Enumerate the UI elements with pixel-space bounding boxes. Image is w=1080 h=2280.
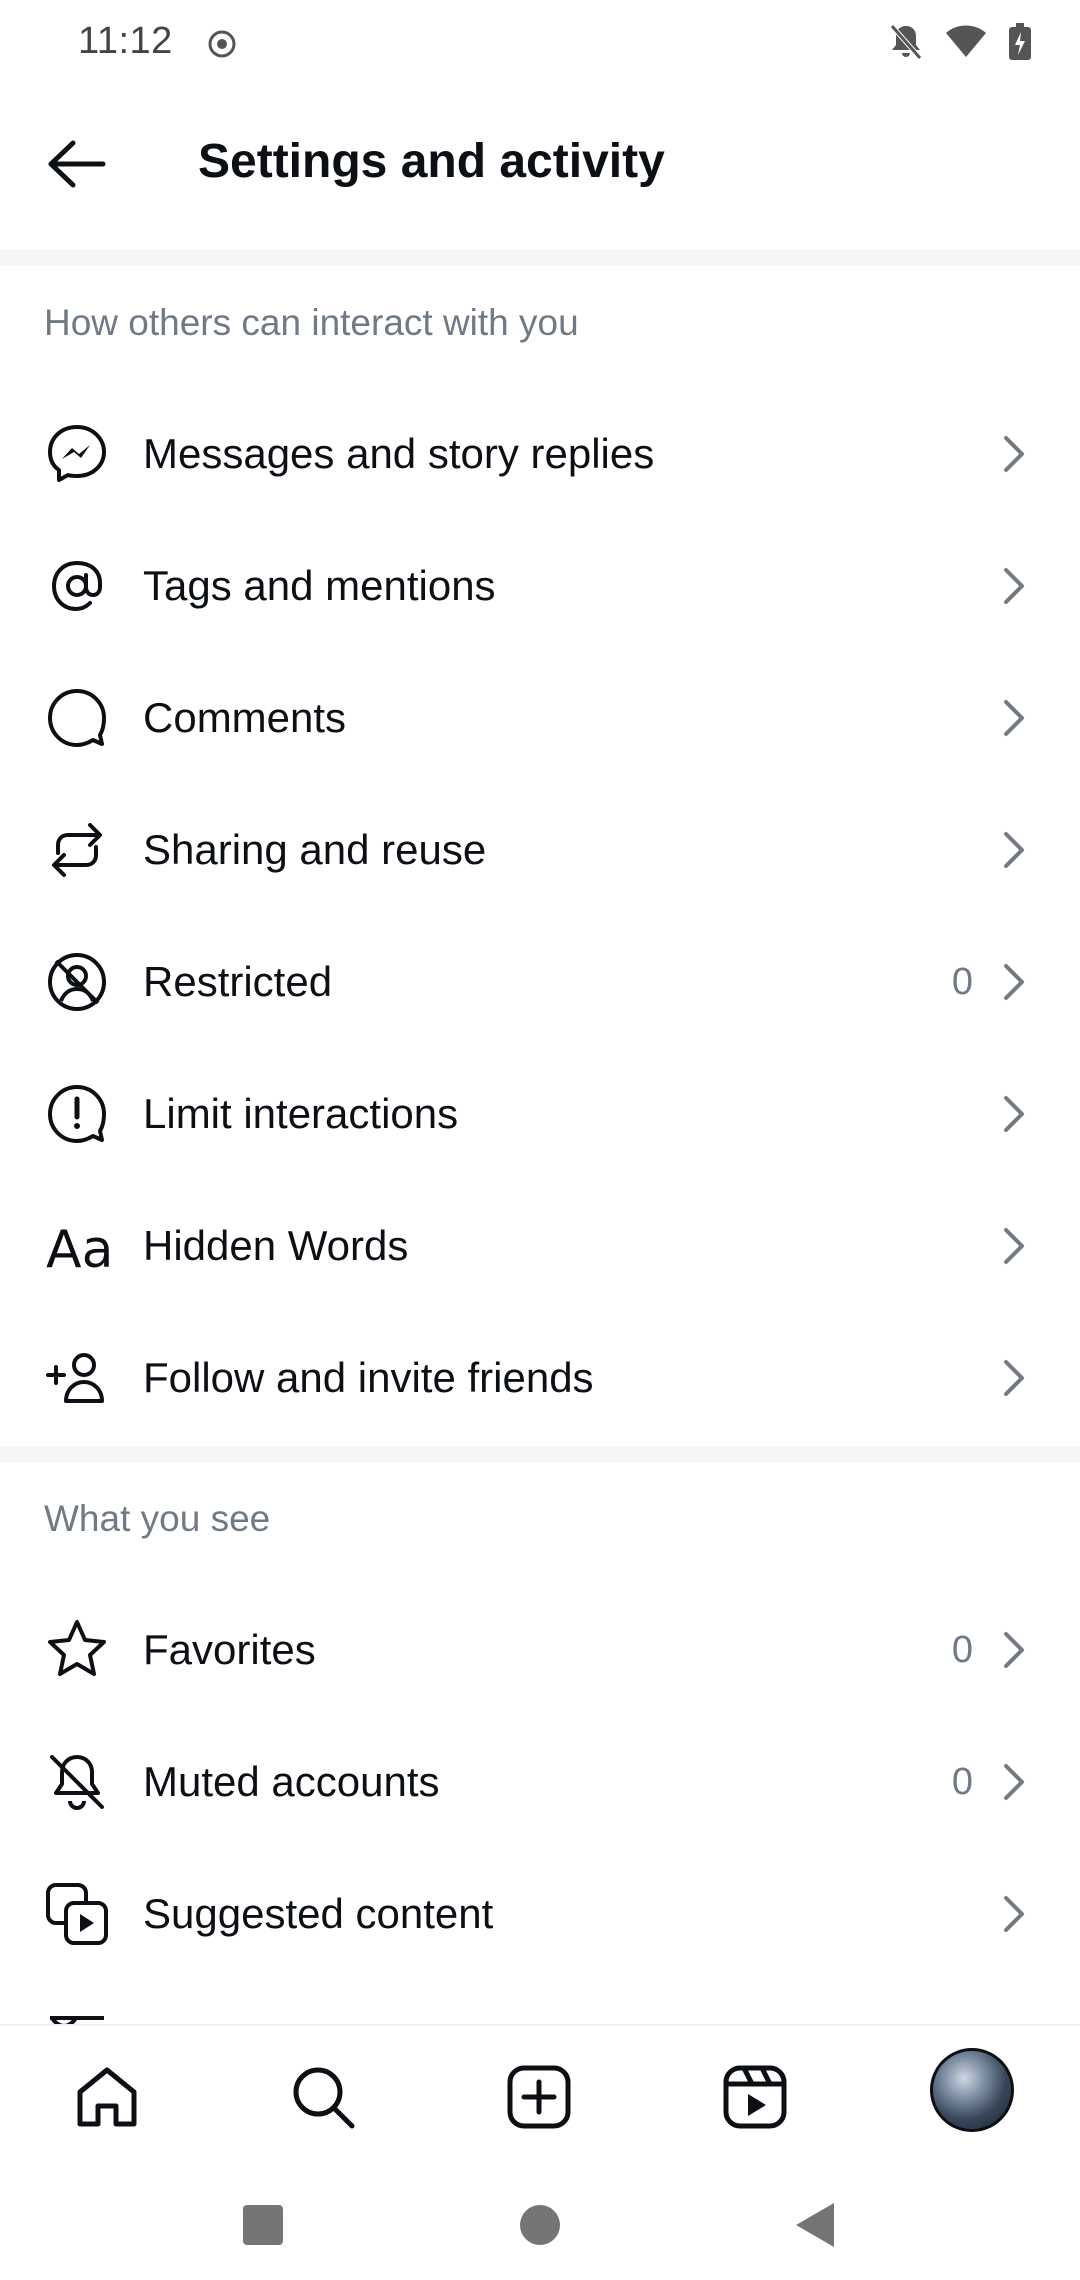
text-aa-icon: Aa bbox=[44, 1213, 110, 1279]
bell-off-icon bbox=[44, 1749, 110, 1815]
chevron-right-icon bbox=[996, 1892, 1032, 1936]
status-bar: 11:12 bbox=[0, 0, 1080, 88]
page-title: Settings and activity bbox=[198, 135, 665, 188]
nav-reels[interactable] bbox=[710, 2052, 800, 2142]
chevron-right-icon bbox=[996, 1224, 1032, 1268]
section-divider bbox=[0, 250, 1080, 266]
comment-bubble-icon bbox=[44, 685, 110, 751]
at-sign-icon bbox=[44, 553, 110, 619]
bottom-navigation bbox=[0, 2024, 1080, 2172]
chevron-right-icon bbox=[996, 1356, 1032, 1400]
home-circle-icon bbox=[520, 2205, 560, 2245]
system-home-button[interactable] bbox=[507, 2192, 573, 2258]
section-header-what-you-see: What you see bbox=[44, 1498, 271, 1539]
chevron-right-icon bbox=[996, 1760, 1032, 1804]
system-back-button[interactable] bbox=[782, 2192, 848, 2258]
next-row-icon-partial bbox=[44, 2010, 110, 2024]
row-label: Muted accounts bbox=[143, 1758, 440, 1805]
search-icon bbox=[293, 2067, 355, 2129]
settings-row-muted-accounts[interactable]: Muted accounts 0 bbox=[0, 1716, 1080, 1848]
arrow-left-icon bbox=[48, 140, 106, 188]
recents-square-icon bbox=[243, 2205, 283, 2245]
system-navigation-bar bbox=[0, 2170, 1080, 2280]
row-count: 0 bbox=[951, 960, 973, 1003]
chevron-right-icon bbox=[996, 1092, 1032, 1136]
row-label: Tags and mentions bbox=[143, 562, 496, 609]
back-button[interactable] bbox=[40, 128, 112, 200]
row-label: Sharing and reuse bbox=[143, 826, 487, 873]
row-label: Messages and story replies bbox=[143, 430, 655, 477]
suggested-media-icon bbox=[44, 1881, 110, 1947]
section-header-interactions: How others can interact with you bbox=[44, 302, 579, 343]
row-label: Restricted bbox=[143, 958, 333, 1005]
reels-icon bbox=[723, 2065, 787, 2129]
settings-row-messages[interactable]: Messages and story replies bbox=[0, 388, 1080, 520]
home-icon bbox=[77, 2067, 137, 2127]
row-label: Suggested content bbox=[143, 1890, 494, 1937]
settings-row-suggested-content[interactable]: Suggested content bbox=[0, 1848, 1080, 1980]
status-icons bbox=[888, 22, 1032, 62]
messenger-icon bbox=[44, 421, 110, 487]
nav-create[interactable] bbox=[494, 2052, 584, 2142]
section-divider bbox=[0, 1446, 1080, 1462]
row-count: 0 bbox=[951, 1760, 973, 1803]
settings-row-favorites[interactable]: Favorites 0 bbox=[0, 1584, 1080, 1716]
chevron-right-icon bbox=[996, 432, 1032, 476]
settings-row-limit-interactions[interactable]: Limit interactions bbox=[0, 1048, 1080, 1180]
settings-row-restricted[interactable]: Restricted 0 bbox=[0, 916, 1080, 1048]
chevron-right-icon bbox=[996, 828, 1032, 872]
recents-button[interactable] bbox=[230, 2192, 296, 2258]
wifi-icon bbox=[946, 25, 986, 57]
row-label: Limit interactions bbox=[143, 1090, 459, 1137]
profile-avatar[interactable] bbox=[930, 2048, 1014, 2132]
svg-text:Aa: Aa bbox=[46, 1220, 110, 1279]
row-label: Comments bbox=[143, 694, 347, 741]
nav-home[interactable] bbox=[62, 2052, 152, 2142]
create-plus-icon bbox=[507, 2065, 571, 2129]
notifications-off-icon bbox=[890, 24, 922, 60]
chevron-right-icon bbox=[996, 564, 1032, 608]
settings-row-sharing[interactable]: Sharing and reuse bbox=[0, 784, 1080, 916]
chevron-right-icon bbox=[996, 960, 1032, 1004]
app-bar: Settings and activity bbox=[0, 88, 1080, 250]
alert-bubble-icon bbox=[44, 1081, 110, 1147]
repost-icon bbox=[44, 817, 110, 883]
settings-row-tags[interactable]: Tags and mentions bbox=[0, 520, 1080, 652]
status-time: 11:12 bbox=[78, 20, 173, 62]
row-count: 0 bbox=[951, 1628, 973, 1671]
battery-charging-icon bbox=[1009, 23, 1031, 60]
add-person-icon bbox=[44, 1345, 110, 1411]
star-icon bbox=[44, 1617, 110, 1683]
row-label: Favorites bbox=[143, 1626, 316, 1673]
settings-row-follow-invite[interactable]: Follow and invite friends bbox=[0, 1312, 1080, 1444]
row-label: Follow and invite friends bbox=[143, 1354, 594, 1401]
nav-search[interactable] bbox=[278, 2052, 368, 2142]
screen-record-icon bbox=[208, 30, 236, 58]
settings-row-hidden-words[interactable]: Aa Hidden Words bbox=[0, 1180, 1080, 1312]
row-label: Hidden Words bbox=[143, 1222, 409, 1269]
chevron-right-icon bbox=[996, 1628, 1032, 1672]
chevron-right-icon bbox=[996, 696, 1032, 740]
back-triangle-icon bbox=[796, 2203, 834, 2247]
restricted-user-icon bbox=[44, 949, 110, 1015]
settings-row-comments[interactable]: Comments bbox=[0, 652, 1080, 784]
